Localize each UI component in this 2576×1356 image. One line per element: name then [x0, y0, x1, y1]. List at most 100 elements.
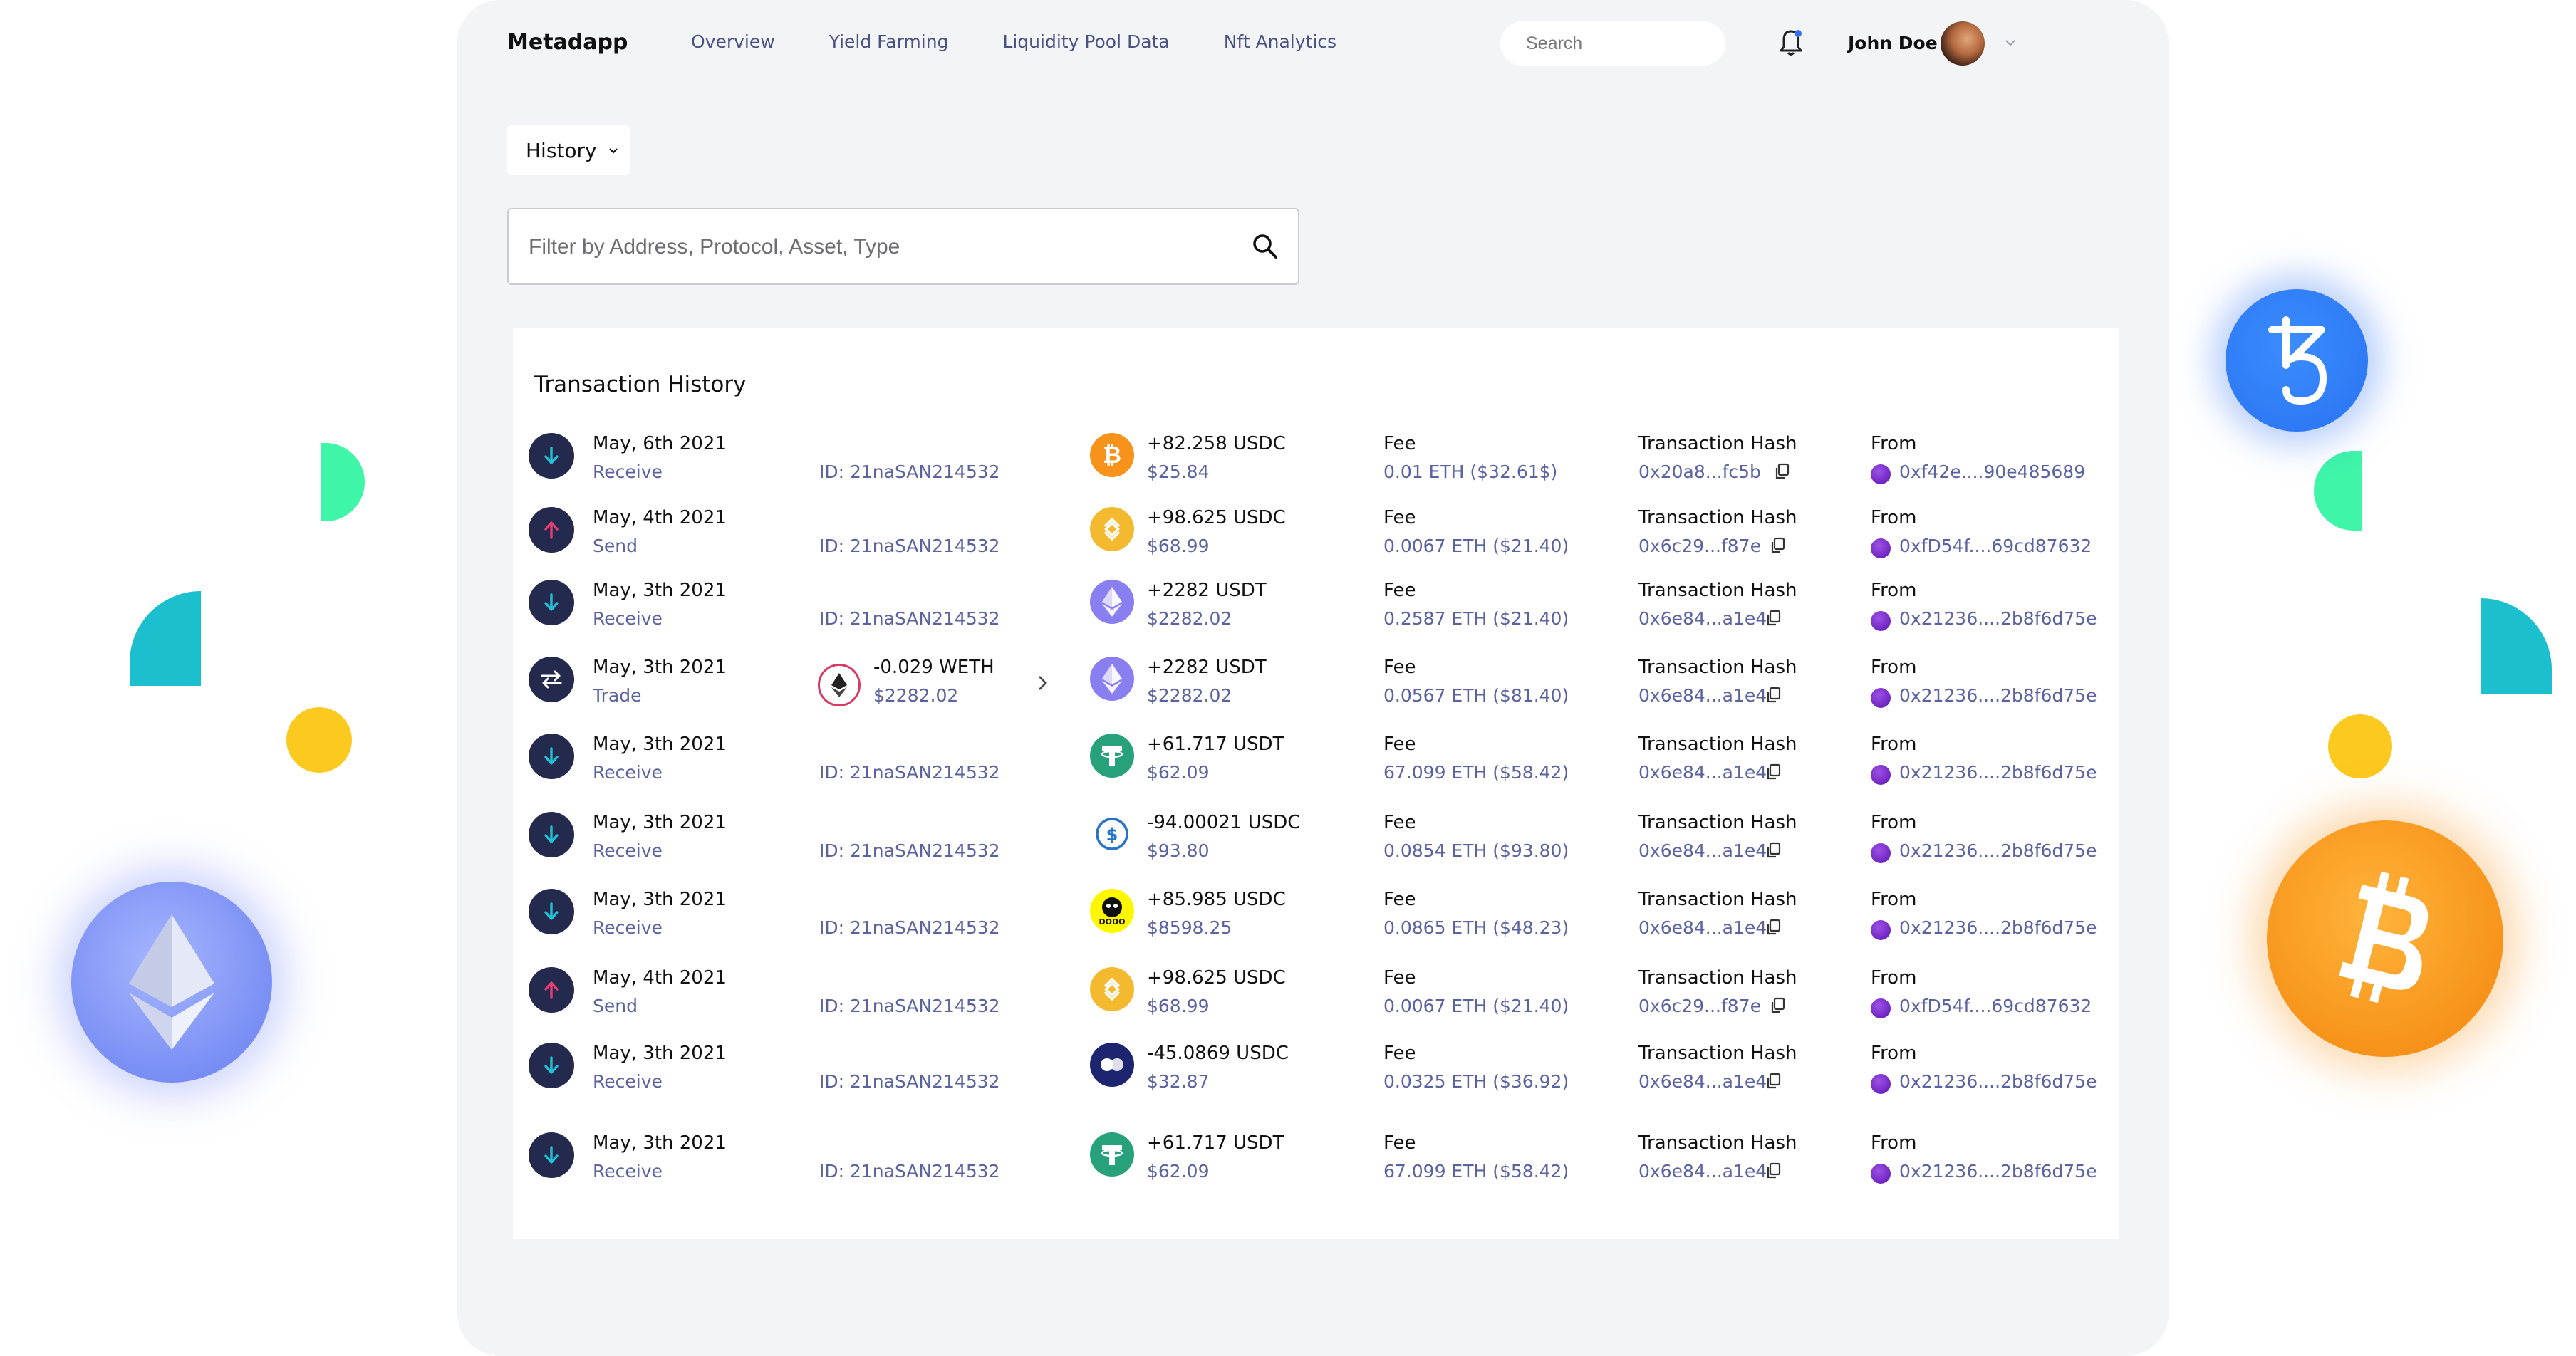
trade-arrow-icon [529, 657, 574, 702]
fee-label: Fee [1383, 1043, 1416, 1064]
decorative-shape [2314, 451, 2362, 531]
copy-icon[interactable] [1770, 537, 1785, 554]
table-row[interactable]: May, 3th 2021 Receive ID: 21naSAN214532 +22… [513, 580, 2119, 651]
hash-value[interactable]: 0x6e84...a1e4 [1638, 1161, 1767, 1182]
table-row[interactable]: May, 6th 2021 Receive ID: 21naSAN214532 ₿ +8… [513, 433, 2119, 504]
table-row[interactable]: May, 3th 2021 Receive ID: 21naSAN214532 DOD… [513, 889, 2119, 960]
fee-value: 67.099 ETH ($58.42) [1383, 1161, 1569, 1182]
tx-type: Receive [593, 762, 663, 783]
from-address[interactable]: 0x21236....2b8f6d75e [1899, 1161, 2097, 1182]
nav-yield-farming[interactable]: Yield Farming [829, 31, 949, 52]
from-address[interactable]: 0x21236....2b8f6d75e [1899, 917, 2097, 938]
table-row[interactable]: May, 4th 2021 Send ID: 21naSAN214532 +98.62… [513, 507, 2119, 578]
from-address[interactable]: 0x21236....2b8f6d75e [1899, 762, 2097, 783]
table-row[interactable]: May, 3th 2021 Receive ID: 21naSAN214532 +61… [513, 1132, 2119, 1204]
receive-arrow-icon [529, 1043, 574, 1088]
hash-value[interactable]: 0x6e84...a1e4 [1638, 917, 1767, 938]
bitcoin-coin-icon [2267, 820, 2503, 1057]
from-address[interactable]: 0x21236....2b8f6d75e [1899, 685, 2097, 706]
send-arrow-icon [529, 507, 574, 553]
table-row[interactable]: May, 4th 2021 Send ID: 21naSAN214532 +98.62… [513, 967, 2119, 1038]
tx-id: ID: 21naSAN214532 [819, 762, 1000, 783]
address-avatar-icon [1871, 1164, 1891, 1184]
fee-value: 0.2587 ETH ($21.40) [1383, 608, 1569, 629]
fee-label: Fee [1383, 507, 1416, 528]
address-avatar-icon [1871, 920, 1891, 940]
from-address[interactable]: 0x21236....2b8f6d75e [1899, 608, 2097, 629]
search-icon[interactable] [1251, 232, 1279, 261]
hash-value[interactable]: 0x6e84...a1e4 [1638, 762, 1767, 783]
hash-value[interactable]: 0x6c29...f87e [1638, 536, 1761, 556]
hash-value[interactable]: 0x6e84...a1e4 [1638, 608, 1767, 629]
card-title: Transaction History [534, 372, 747, 397]
tx-id: ID: 21naSAN214532 [819, 917, 1000, 938]
from-address[interactable]: 0x21236....2b8f6d75e [1899, 840, 2097, 861]
history-dropdown-label: History [526, 138, 597, 162]
receive-arrow-icon [529, 1132, 574, 1178]
decorative-shape [2481, 598, 2552, 694]
from-address[interactable]: 0xf42e....90e485689 [1899, 461, 2085, 482]
copy-icon[interactable] [1765, 610, 1781, 627]
from-label: From [1871, 812, 1917, 833]
trade-amount: -0.029 WETH [873, 657, 994, 678]
table-row[interactable]: May, 3th 2021 Receive ID: 21naSAN214532 $ -9… [513, 812, 2119, 883]
table-row[interactable]: May, 3th 2021 Receive ID: 21naSAN214532 +61… [513, 734, 2119, 805]
copy-icon[interactable] [1765, 763, 1781, 781]
table-row[interactable]: May, 3th 2021 Receive ID: 21naSAN214532 -45… [513, 1043, 2119, 1114]
copy-icon[interactable] [1774, 463, 1790, 480]
asset-amount: -94.00021 USDC [1147, 812, 1301, 833]
from-address[interactable]: 0x21236....2b8f6d75e [1899, 1071, 2097, 1092]
hash-value[interactable]: 0x6e84...a1e4 [1638, 685, 1767, 706]
hash-value[interactable]: 0x6e84...a1e4 [1638, 840, 1767, 861]
asset-amount: +85.985 USDC [1147, 889, 1286, 910]
from-label: From [1871, 967, 1917, 989]
copy-icon[interactable] [1765, 687, 1781, 704]
top-navbar: Metadapp Overview Yield Farming Liquidit… [457, 0, 2169, 88]
from-label: From [1871, 580, 1917, 601]
hash-value[interactable]: 0x20a8...fc5b [1638, 461, 1761, 482]
filter-input[interactable] [527, 209, 1214, 285]
table-row[interactable]: May, 3th 2021 Trade -0.029 WETH $2282.02 +22… [513, 657, 2119, 728]
app-window: Metadapp Overview Yield Farming Liquidit… [457, 0, 2169, 1356]
copy-icon[interactable] [1765, 919, 1781, 936]
nav-nft-analytics[interactable]: Nft Analytics [1224, 31, 1336, 52]
copy-icon[interactable] [1765, 842, 1781, 859]
tx-type: Send [593, 536, 638, 556]
copy-icon[interactable] [1765, 1162, 1781, 1179]
nav-liquidity-pool-data[interactable]: Liquidity Pool Data [1002, 31, 1169, 52]
hash-value[interactable]: 0x6c29...f87e [1638, 996, 1761, 1016]
fee-label: Fee [1383, 889, 1416, 910]
fee-value: 0.0567 ETH ($81.40) [1383, 685, 1569, 706]
tx-type: Receive [593, 608, 663, 629]
hash-label: Transaction Hash [1638, 507, 1797, 528]
from-address[interactable]: 0xfD54f....69cd87632 [1899, 996, 2092, 1016]
chevron-down-icon [608, 148, 618, 154]
bell-icon[interactable] [1775, 27, 1807, 58]
chevron-right-icon[interactable] [1032, 672, 1053, 694]
receive-arrow-icon [529, 812, 574, 857]
brand-logo[interactable]: Metadapp [507, 30, 628, 55]
hash-label: Transaction Hash [1638, 734, 1797, 755]
asset-usd: $2282.02 [1147, 608, 1232, 629]
ethereum-icon [1090, 580, 1134, 624]
copy-icon[interactable] [1770, 997, 1785, 1014]
user-name[interactable]: John Doe [1848, 33, 1938, 53]
search-input[interactable] [1500, 21, 1725, 66]
history-dropdown[interactable]: History [507, 125, 630, 175]
decorative-shape [321, 443, 365, 521]
copy-icon[interactable] [1765, 1073, 1781, 1090]
avatar[interactable] [1941, 21, 1985, 66]
ethereum-icon [1090, 657, 1134, 701]
ethereum-coin-icon [71, 882, 272, 1083]
nav-overview[interactable]: Overview [691, 31, 775, 52]
svg-text:$: $ [1106, 825, 1118, 845]
receive-arrow-icon [529, 889, 574, 934]
from-label: From [1871, 433, 1917, 454]
usdc-icon: $ [1090, 812, 1134, 856]
from-address[interactable]: 0xfD54f....69cd87632 [1899, 536, 2092, 556]
asset-usd: $2282.02 [1147, 685, 1232, 706]
chevron-down-icon[interactable] [2002, 34, 2019, 51]
asset-amount: +82.258 USDC [1147, 433, 1286, 454]
hash-value[interactable]: 0x6e84...a1e4 [1638, 1071, 1767, 1092]
asset-usd: $8598.25 [1147, 917, 1232, 938]
